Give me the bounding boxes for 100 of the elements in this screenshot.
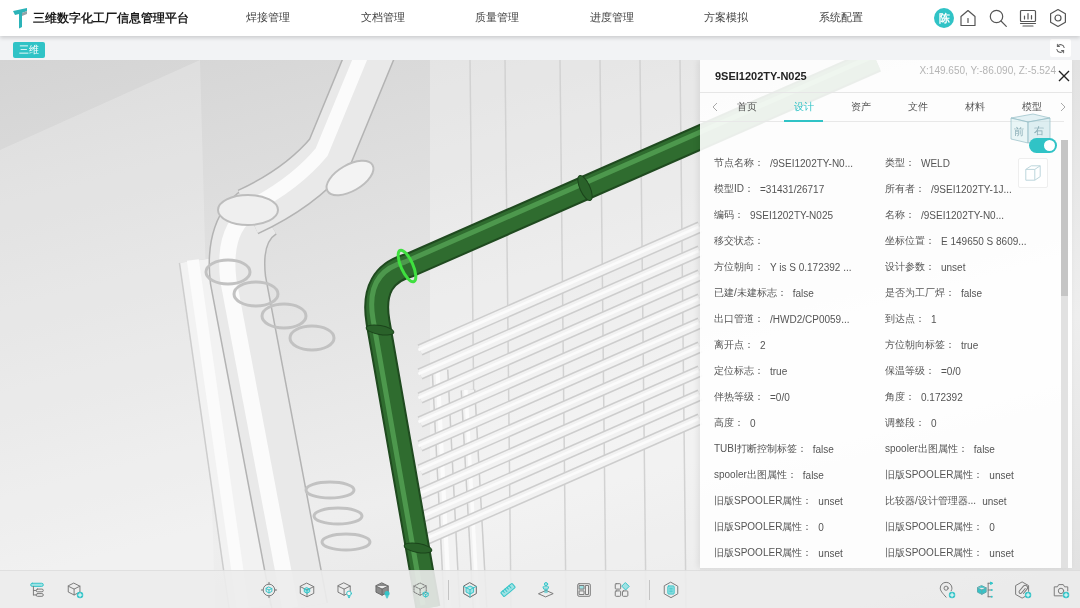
close-icon[interactable]: [1058, 70, 1070, 82]
property-value: 1: [931, 313, 937, 325]
panel-layout-icon[interactable]: [575, 580, 593, 599]
property-label: 编码：: [714, 208, 744, 222]
target-cube-icon[interactable]: [260, 580, 278, 599]
property-label: 伴热等级：: [714, 390, 764, 404]
hexagon-document-icon[interactable]: [662, 580, 680, 599]
property-value: true: [770, 365, 788, 377]
property-label: 高度：: [714, 416, 744, 430]
property-value: unset: [941, 261, 966, 273]
scrollbar-thumb[interactable]: [1061, 140, 1068, 296]
property-value: =0/0: [941, 365, 961, 377]
property-value: =31431/26717: [760, 183, 825, 195]
cube-icon: [1024, 164, 1042, 182]
property-value: unset: [818, 495, 843, 507]
refresh-button[interactable]: [1050, 39, 1071, 57]
property-value: unset: [989, 469, 1014, 481]
chart-monitor-icon[interactable]: [1018, 8, 1038, 28]
settings-icon[interactable]: [1048, 8, 1068, 28]
nav-item[interactable]: 进度管理: [585, 7, 638, 29]
pipe-collar: [365, 324, 395, 336]
property-label: 旧版SPOOLER属性：: [714, 546, 813, 560]
property-label: 坐标位置：: [885, 234, 935, 248]
cube-core-icon[interactable]: [298, 580, 316, 599]
property-label: 旧版SPOOLER属性：: [885, 546, 984, 560]
property-label: 是否为工厂焊：: [885, 286, 955, 300]
property-value: false: [973, 443, 995, 455]
scrollbar[interactable]: [1061, 140, 1068, 568]
property-label: spooler出图属性：: [885, 442, 968, 456]
property-label: 旧版SPOOLER属性：: [714, 520, 813, 534]
property-value: /9SEI1202TY-1J...: [931, 183, 1012, 195]
grid-diamond-icon[interactable]: [613, 580, 631, 599]
property-label: 出口管道：: [714, 312, 764, 326]
property-value: 2: [760, 339, 766, 351]
property-value: Y is S 0.172392 ...: [770, 261, 852, 273]
nav-item[interactable]: 系统配置: [814, 7, 867, 29]
home-icon[interactable]: [958, 8, 978, 28]
property-label: 调整段：: [885, 416, 925, 430]
pipe-collar: [577, 175, 593, 201]
search-icon[interactable]: [988, 8, 1008, 28]
property-label: 节点名称：: [714, 156, 764, 170]
property-label: 比较器/设计管理器...: [885, 494, 977, 508]
property-value: false: [792, 287, 814, 299]
panel-tab[interactable]: 模型: [1003, 93, 1060, 121]
panel-tab[interactable]: 文件: [889, 93, 946, 121]
property-label: 角度：: [885, 390, 915, 404]
person-platform-icon[interactable]: [537, 580, 555, 599]
logo-icon: [12, 7, 28, 29]
panel-title: 9SEI1202TY-N025: [715, 70, 807, 82]
property-label: spooler出图属性：: [714, 468, 797, 482]
property-value: /9SEI1202TY-N0...: [921, 209, 1004, 221]
property-label: 模型ID：: [714, 182, 754, 196]
location-pin-plus-icon[interactable]: [938, 580, 956, 599]
property-value: 0.172392: [921, 391, 963, 403]
refresh-icon: [1055, 42, 1066, 54]
property-label: 方位朝向标签：: [885, 338, 955, 352]
panel-tab[interactable]: 资产: [832, 93, 889, 121]
property-label: 旧版SPOOLER属性：: [885, 468, 984, 482]
property-value: 0: [989, 521, 995, 533]
property-label: 所有者：: [885, 182, 925, 196]
dashed-cube-icon[interactable]: [412, 580, 430, 599]
property-label: 名称：: [885, 208, 915, 222]
property-value: E 149650 S 8609...: [941, 235, 1027, 247]
nav-item[interactable]: 质量管理: [471, 7, 524, 29]
property-label: 方位朝向：: [714, 260, 764, 274]
nav-item[interactable]: 文档管理: [356, 7, 409, 29]
property-label: 保温等级：: [885, 364, 935, 378]
panel-tab[interactable]: 材料: [946, 93, 1003, 121]
property-label: 移交状态：: [714, 234, 764, 248]
property-label: 设计参数：: [885, 260, 935, 274]
property-label: 定位标志：: [714, 364, 764, 378]
property-label: 已建/未建标志：: [714, 286, 787, 300]
chevron-right-icon[interactable]: [1060, 102, 1066, 112]
hexagon-clip-plus-icon[interactable]: [1014, 580, 1032, 599]
property-value: false: [961, 287, 983, 299]
solid-cube-bulb-icon[interactable]: [374, 580, 392, 599]
nav-item[interactable]: 方案模拟: [700, 7, 753, 29]
panel-tab[interactable]: 首页: [718, 93, 775, 121]
cube-bulb-icon[interactable]: [336, 580, 354, 599]
cube-face-label: 右: [1034, 125, 1044, 136]
property-label: TUBI打断控制标签：: [714, 442, 807, 456]
pipe-collar: [403, 542, 433, 554]
app-title: 三维数字化工厂信息管理平台: [33, 10, 189, 26]
property-label: 离开点：: [714, 338, 754, 352]
property-label: 到达点：: [885, 312, 925, 326]
toggle-switch[interactable]: [1029, 138, 1057, 153]
property-value: /9SEI1202TY-N0...: [770, 157, 853, 169]
cursor-coordinates: X:149.650, Y:-86.090, Z:-5.524: [919, 65, 1056, 76]
property-value: 0: [931, 417, 937, 429]
cube-branch-icon[interactable]: [976, 580, 994, 599]
wireframe-cube-icon[interactable]: [461, 580, 479, 599]
cube-face-label: 前: [1014, 126, 1024, 137]
chevron-left-icon[interactable]: [712, 102, 718, 112]
property-value: 9SEI1202TY-N025: [750, 209, 834, 221]
property-value: unset: [982, 495, 1007, 507]
property-value: =0/0: [770, 391, 790, 403]
property-label: 类型：: [885, 156, 915, 170]
tree-icon[interactable]: [28, 580, 46, 599]
nav-item[interactable]: 焊接管理: [242, 7, 295, 29]
cube-plus-icon[interactable]: [66, 580, 84, 599]
